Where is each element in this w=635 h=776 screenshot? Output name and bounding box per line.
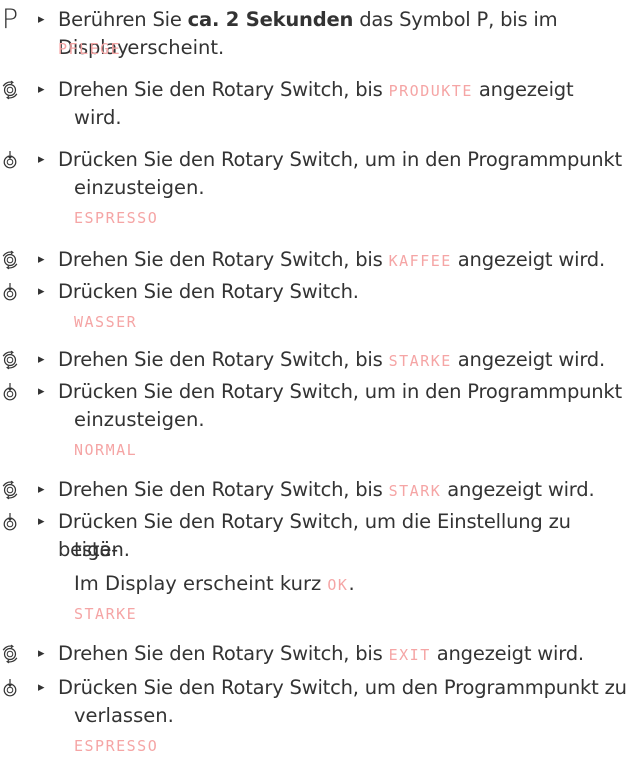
rotate-icon xyxy=(0,480,20,500)
p-symbol-icon: P xyxy=(1,4,19,35)
display-text: PRODUKTE xyxy=(388,82,473,100)
step-text: Drehen Sie den Rotary Switch, bis STARKE… xyxy=(58,348,605,371)
bullet-icon: ▸ xyxy=(38,514,45,529)
bullet-icon: ▸ xyxy=(38,252,45,267)
bullet-icon: ▸ xyxy=(38,680,45,695)
bullet-icon: ▸ xyxy=(38,482,45,497)
step-text: Drehen Sie den Rotary Switch, bis PRODUK… xyxy=(58,78,574,101)
bullet-icon: ▸ xyxy=(38,12,45,27)
display-text: ESPRESSO xyxy=(74,209,159,227)
display-text: WASSER xyxy=(74,313,138,331)
display-text: ESPRESSO xyxy=(74,737,159,755)
step-text: Drehen Sie den Rotary Switch, bis KAFFEE… xyxy=(58,248,605,271)
bullet-icon: ▸ xyxy=(38,152,45,167)
display-text: NORMAL xyxy=(74,441,138,459)
step-continuation: einzusteigen. xyxy=(74,408,205,431)
display-text: KAFFEE xyxy=(388,252,452,270)
step-continuation: verlassen. xyxy=(74,704,174,727)
step-text: Drücken Sie den Rotary Switch. xyxy=(58,280,359,303)
press-icon xyxy=(0,382,20,402)
display-text: PFLEGE xyxy=(58,40,122,58)
display-text: STARKE xyxy=(74,605,138,623)
press-icon xyxy=(0,678,20,698)
step-continuation: PFLEGE erscheint. xyxy=(58,36,225,59)
step-text: Drücken Sie den Rotary Switch, um in den… xyxy=(58,148,622,171)
step-continuation: einzusteigen. xyxy=(74,176,205,199)
display-text: OK xyxy=(327,576,349,594)
bullet-icon: ▸ xyxy=(38,384,45,399)
step-text: Drücken Sie den Rotary Switch, um den Pr… xyxy=(58,676,627,699)
rotate-icon xyxy=(0,644,20,664)
step-text: Drehen Sie den Rotary Switch, bis STARK … xyxy=(58,478,595,501)
emphasis: ca. 2 Sekunden xyxy=(187,8,354,31)
bullet-icon: ▸ xyxy=(38,646,45,661)
rotate-icon xyxy=(0,350,20,370)
display-text: STARKE xyxy=(388,352,452,370)
display-text: STARK xyxy=(388,482,442,500)
rotate-icon xyxy=(0,80,20,100)
step-continuation: wird. xyxy=(74,106,122,129)
bullet-icon: ▸ xyxy=(38,284,45,299)
step-text: Drehen Sie den Rotary Switch, bis EXIT a… xyxy=(58,642,584,665)
step-note: Im Display erscheint kurz OK. xyxy=(74,572,355,595)
rotate-icon xyxy=(0,250,20,270)
step-continuation: tigen. xyxy=(74,538,130,561)
press-icon xyxy=(0,150,20,170)
bullet-icon: ▸ xyxy=(38,352,45,367)
press-icon xyxy=(0,512,20,532)
step-text: Drücken Sie den Rotary Switch, um die Ei… xyxy=(58,510,571,561)
bullet-icon: ▸ xyxy=(38,82,45,97)
display-text: EXIT xyxy=(388,646,431,664)
press-icon xyxy=(0,282,20,302)
step-text: Drücken Sie den Rotary Switch, um in den… xyxy=(58,380,622,403)
